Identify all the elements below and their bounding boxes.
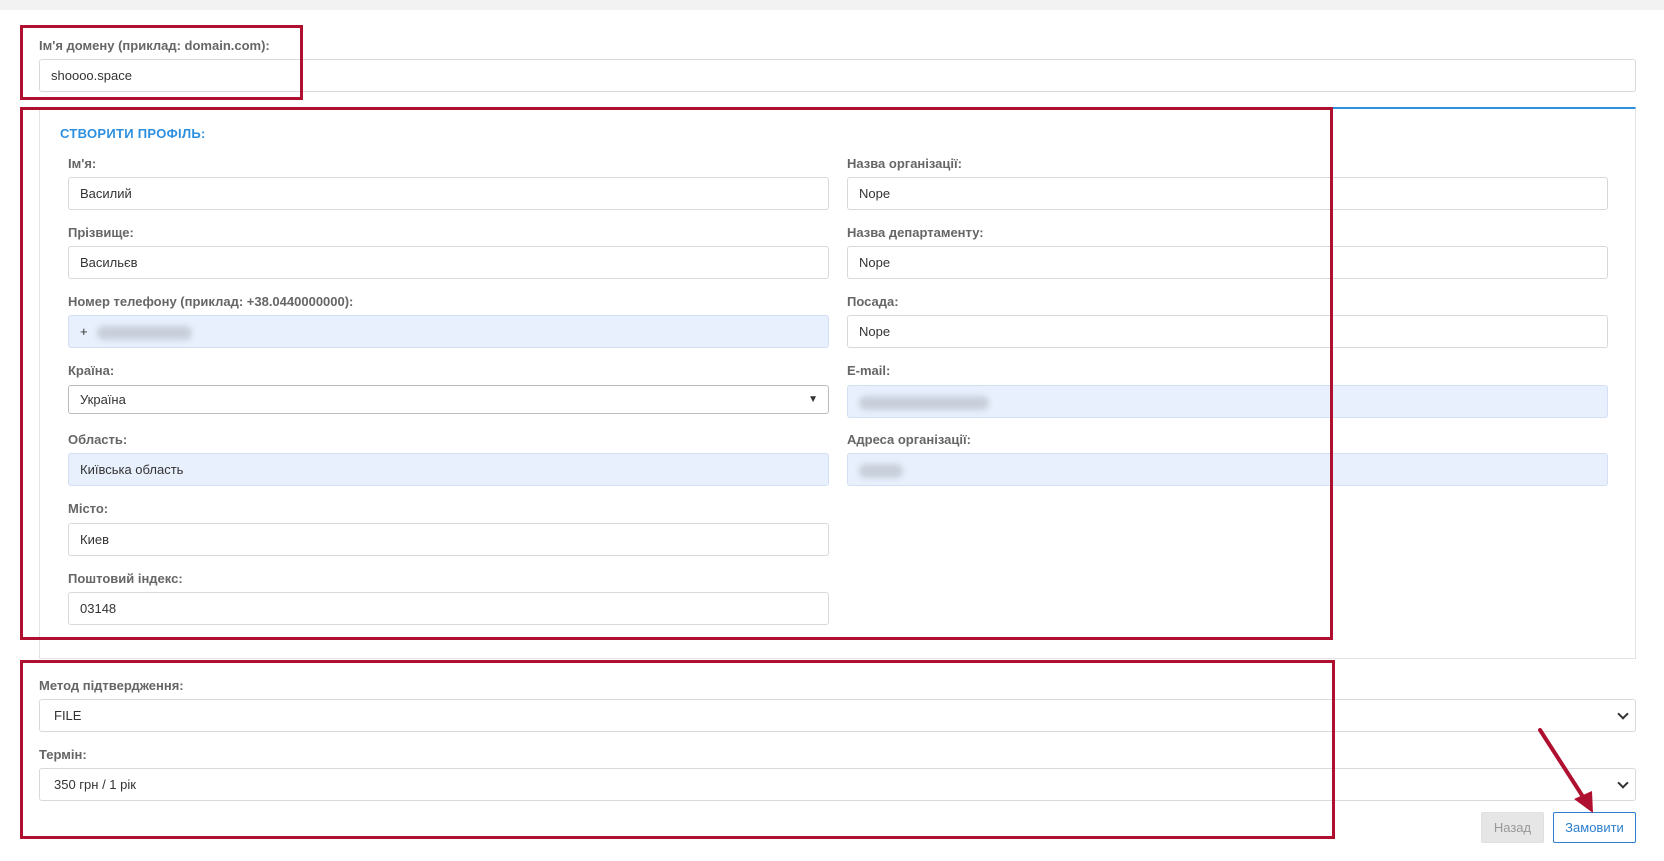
phone-input[interactable]: + <box>68 315 829 348</box>
verification-label: Метод підтвердження: <box>39 678 184 693</box>
back-button[interactable]: Назад <box>1481 812 1544 843</box>
domain-label: Ім'я домену (приклад: domain.com): <box>39 38 270 53</box>
phone-value: + <box>80 324 88 339</box>
address-redacted <box>859 463 903 478</box>
first-name-input[interactable]: Василий <box>68 177 829 210</box>
top-bar <box>0 0 1664 10</box>
verification-select[interactable]: FILE <box>39 699 1636 732</box>
annotation-box-settings <box>20 660 1335 839</box>
postal-code-label: Поштовий індекс: <box>68 571 183 586</box>
position-label: Посада: <box>847 294 899 309</box>
city-label: Місто: <box>68 501 109 516</box>
verification-value: FILE <box>54 708 82 723</box>
organization-input[interactable]: Nope <box>847 177 1608 210</box>
org-address-label: Адреса організації: <box>847 432 971 447</box>
chevron-down-icon <box>1617 777 1629 789</box>
country-select[interactable]: Україна ▼ <box>68 385 829 414</box>
phone-redacted <box>97 325 193 340</box>
first-name-label: Ім'я: <box>68 156 97 171</box>
domain-input[interactable]: shoooo.space <box>39 59 1636 92</box>
region-label: Область: <box>68 432 128 447</box>
org-address-input[interactable] <box>847 453 1608 486</box>
organization-label: Назва організації: <box>847 156 963 171</box>
department-input[interactable]: Nope <box>847 246 1608 279</box>
region-input[interactable]: Київська область <box>68 453 829 486</box>
position-input[interactable]: Nope <box>847 315 1608 348</box>
last-name-input[interactable]: Васильєв <box>68 246 829 279</box>
term-label: Термін: <box>39 747 87 762</box>
country-label: Країна: <box>68 363 115 378</box>
country-value: Україна <box>80 392 126 407</box>
email-input[interactable] <box>847 385 1608 418</box>
phone-label: Номер телефону (приклад: +38.0440000000)… <box>68 294 354 309</box>
profile-title: СТВОРИТИ ПРОФІЛЬ: <box>60 126 206 141</box>
order-button[interactable]: Замовити <box>1553 812 1636 843</box>
email-redacted <box>859 395 989 410</box>
department-label: Назва департаменту: <box>847 225 984 240</box>
last-name-label: Прізвище: <box>68 225 134 240</box>
city-input[interactable]: Киев <box>68 523 829 556</box>
term-select[interactable]: 350 грн / 1 рік <box>39 768 1636 801</box>
email-label: E-mail: <box>847 363 891 378</box>
postal-code-input[interactable]: 03148 <box>68 592 829 625</box>
chevron-down-icon <box>1617 708 1629 720</box>
term-value: 350 грн / 1 рік <box>54 777 136 792</box>
caret-down-icon: ▼ <box>808 394 818 405</box>
